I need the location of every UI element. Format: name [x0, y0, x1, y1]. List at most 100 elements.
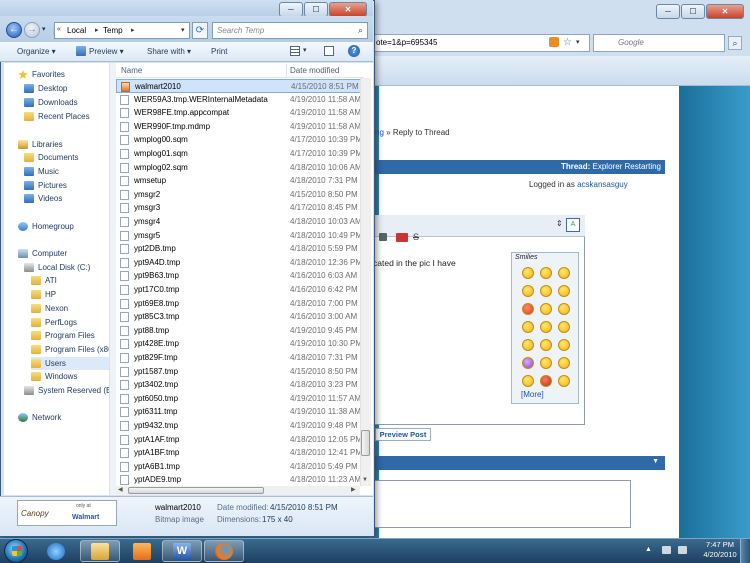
file-row[interactable]: ymsgr4 4/18/2010 10:03 AM — [116, 215, 364, 229]
browser-search-input[interactable]: Google — [593, 34, 725, 52]
vertical-scroll-thumb[interactable] — [361, 430, 370, 456]
refresh-icon[interactable]: ⟳ — [192, 22, 208, 39]
file-row[interactable]: ypt9B63.tmp 4/16/2010 6:03 AM — [116, 269, 364, 283]
volume-tray-icon[interactable] — [678, 546, 687, 554]
column-date-modified[interactable]: Date modified — [290, 66, 339, 75]
file-row[interactable]: ypt9432.tmp 4/19/2010 9:48 PM — [116, 419, 364, 433]
file-row[interactable]: ypt1587.tmp 4/15/2010 8:50 PM — [116, 365, 364, 379]
smiley-icon[interactable] — [522, 339, 534, 351]
file-row[interactable]: WER990F.tmp.mdmp 4/19/2010 11:58 AM — [116, 120, 364, 134]
collapse-icon[interactable]: ▼ — [652, 458, 659, 465]
scroll-down-icon[interactable]: ▼ — [362, 477, 368, 483]
explorer-search-input[interactable]: Search Temp ⌕ — [212, 22, 368, 39]
change-view-icon[interactable] — [290, 46, 300, 56]
nav-computer[interactable]: Computer — [18, 247, 123, 260]
smiley-icon[interactable] — [522, 267, 534, 279]
preview-button[interactable]: Preview ▾ — [89, 47, 124, 56]
logged-in-user[interactable]: acskansasguy — [577, 180, 628, 189]
file-row[interactable]: yptADE9.tmp 4/18/2010 11:23 AM — [116, 473, 364, 487]
file-row[interactable]: wmsetup 4/18/2010 7:31 PM — [116, 174, 364, 188]
smiley-icon[interactable] — [522, 375, 534, 387]
smiley-icon[interactable] — [540, 321, 552, 333]
minimize-button[interactable]: ─ — [656, 4, 680, 19]
file-row[interactable]: ypt85C3.tmp 4/16/2010 3:00 AM — [116, 310, 364, 324]
back-button[interactable]: ← — [6, 22, 22, 38]
preview-post-button[interactable]: Preview Post — [375, 428, 431, 441]
smiley-icon[interactable] — [558, 375, 570, 387]
maximize-button[interactable]: ☐ — [304, 2, 328, 17]
nav-program-files-x86[interactable]: Program Files (x86 — [31, 343, 109, 356]
smiley-icon[interactable] — [540, 285, 552, 297]
explorer-titlebar[interactable]: ─ ☐ ✕ — [0, 0, 373, 17]
address-dropdown-icon[interactable]: ▾ — [576, 38, 580, 46]
file-row[interactable]: yptA1BF.tmp 4/18/2010 12:41 PM — [116, 446, 364, 460]
scroll-right-icon[interactable]: ▶ — [351, 486, 356, 493]
cool-smiley-icon[interactable] — [558, 357, 570, 369]
smiley-icon[interactable] — [540, 357, 552, 369]
file-row[interactable]: WER98FE.tmp.appcompat 4/19/2010 11:58 AM — [116, 106, 364, 120]
file-row[interactable]: wmplog01.sqm 4/17/2010 10:39 PM — [116, 147, 364, 161]
angry-smiley-icon[interactable] — [522, 303, 534, 315]
nav-libraries[interactable]: Libraries — [18, 138, 123, 151]
organize-button[interactable]: Organize ▾ — [17, 47, 56, 56]
show-hidden-icons[interactable]: ▲ — [645, 546, 653, 554]
youtube-icon[interactable] — [396, 233, 408, 242]
nav-favorites[interactable]: Favorites — [18, 68, 123, 81]
forward-button[interactable]: → — [24, 22, 40, 38]
resize-icon[interactable]: ⇕ — [556, 219, 563, 228]
file-row[interactable]: ypt2DB.tmp 4/18/2010 5:59 PM — [116, 242, 364, 256]
chevron-right-icon[interactable]: ▸ — [131, 26, 135, 34]
maximize-button[interactable]: ☐ — [681, 4, 705, 19]
explorer-address-bar[interactable]: « Local ▸ Temp ▸ ▾ — [54, 22, 190, 39]
file-row[interactable]: ypt6311.tmp 4/19/2010 11:38 AM — [116, 405, 364, 419]
file-row[interactable]: ymsgr5 4/18/2010 10:49 PM — [116, 229, 364, 243]
smiley-icon[interactable] — [540, 303, 552, 315]
favorite-star-icon[interactable]: ☆ — [563, 37, 572, 48]
smiley-icon[interactable] — [522, 357, 534, 369]
nav-system-reserved[interactable]: System Reserved (E:) — [24, 384, 109, 397]
close-button[interactable]: ✕ — [706, 4, 744, 19]
editor-format-icon[interactable] — [379, 233, 387, 241]
file-row[interactable]: walmart2010 4/15/2010 8:51 PM — [116, 79, 364, 93]
file-row[interactable]: ymsgr2 4/15/2010 8:50 PM — [116, 188, 364, 202]
horizontal-scroll-thumb[interactable] — [128, 487, 264, 494]
file-row[interactable]: ymsgr3 4/17/2010 8:45 PM — [116, 201, 364, 215]
file-row[interactable]: ypt6050.tmp 4/19/2010 11:57 AM — [116, 392, 364, 406]
show-desktop-button[interactable] — [740, 539, 750, 563]
file-row[interactable]: ypt69E8.tmp 4/18/2010 7:00 PM — [116, 297, 364, 311]
file-row[interactable]: wmplog00.sqm 4/17/2010 10:39 PM — [116, 133, 364, 147]
smiley-icon[interactable] — [522, 285, 534, 297]
minimize-button[interactable]: ─ — [279, 2, 303, 17]
address-dropdown-icon[interactable]: ▾ — [181, 26, 185, 34]
search-icon[interactable]: ⌕ — [728, 36, 742, 50]
overflow-chevron-icon[interactable]: « — [57, 26, 61, 33]
clock[interactable]: 7:47 PM 4/20/2010 — [694, 540, 746, 560]
chevron-right-icon[interactable]: ▸ — [95, 26, 99, 34]
file-row[interactable]: WER59A3.tmp.WERInternalMetadata 4/19/2010… — [116, 93, 364, 107]
file-row[interactable]: ypt88.tmp 4/19/2010 9:45 PM — [116, 324, 364, 338]
scroll-left-icon[interactable]: ◀ — [118, 486, 123, 493]
smiley-icon[interactable] — [522, 321, 534, 333]
strikethrough-icon[interactable]: S — [413, 232, 419, 242]
breadcrumb-local[interactable]: Local — [67, 26, 86, 35]
nav-network[interactable]: Network — [18, 411, 123, 424]
switch-editor-mode-icon[interactable]: A — [566, 218, 580, 232]
close-button[interactable]: ✕ — [329, 2, 367, 17]
file-row[interactable]: ypt829F.tmp 4/18/2010 7:31 PM — [116, 351, 364, 365]
smiley-icon[interactable] — [540, 267, 552, 279]
file-row[interactable]: ypt428E.tmp 4/19/2010 10:30 PM — [116, 337, 364, 351]
smiley-icon[interactable] — [558, 303, 570, 315]
help-icon[interactable]: ? — [348, 45, 360, 57]
nav-homegroup[interactable]: Homegroup — [18, 220, 123, 233]
smiley-icon[interactable] — [558, 267, 570, 279]
smiley-icon[interactable] — [540, 339, 552, 351]
file-row[interactable]: wmplog02.sqm 4/18/2010 10:06 AM — [116, 161, 364, 175]
share-with-button[interactable]: Share with ▾ — [147, 47, 191, 56]
view-dropdown-icon[interactable]: ▾ — [303, 46, 307, 54]
vertical-scrollbar[interactable] — [360, 78, 371, 486]
smiley-icon[interactable] — [558, 321, 570, 333]
column-name[interactable]: Name — [121, 66, 142, 75]
network-tray-icon[interactable] — [662, 546, 671, 554]
file-row[interactable]: ypt9A4D.tmp 4/18/2010 12:36 PM — [116, 256, 364, 270]
rss-icon[interactable] — [549, 37, 559, 47]
